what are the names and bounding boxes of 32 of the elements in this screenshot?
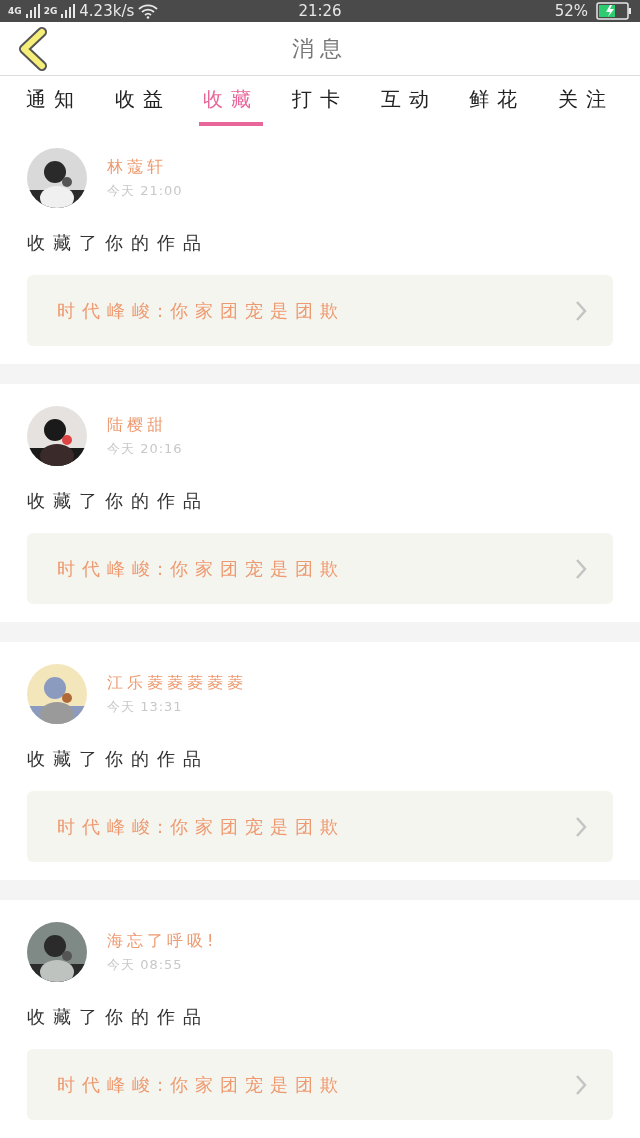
action-text: 收藏了你的作品 xyxy=(27,1005,210,1029)
action-text: 收藏了你的作品 xyxy=(27,747,210,771)
action-text: 收藏了你的作品 xyxy=(27,231,210,255)
battery-percent: 52% xyxy=(554,2,588,21)
signal-icon xyxy=(25,4,40,19)
tab[interactable]: 关注 xyxy=(553,76,618,126)
clock: 21:26 xyxy=(298,2,342,21)
work-link[interactable]: 时代峰峻:你家团宠是团欺 xyxy=(27,1049,613,1120)
chevron-icon xyxy=(575,1073,587,1096)
work-link[interactable]: 时代峰峻:你家团宠是团欺 xyxy=(27,275,613,346)
wifi-icon xyxy=(138,3,159,20)
work-link[interactable]: 时代峰峻:你家团宠是团欺 xyxy=(27,533,613,604)
network-speed: 4.23k/s xyxy=(79,2,135,21)
user-name[interactable]: 海忘了呼吸! xyxy=(107,930,218,952)
chevron-icon xyxy=(575,815,587,838)
tab[interactable]: 打卡 xyxy=(287,76,352,126)
network-label: 4G xyxy=(8,6,22,17)
user-name[interactable]: 陆樱甜 xyxy=(107,414,183,436)
page-title: 消息 xyxy=(292,34,348,63)
tab[interactable]: 互动 xyxy=(376,76,441,126)
action-text: 收藏了你的作品 xyxy=(27,489,210,513)
tab[interactable]: 鲜花 xyxy=(465,76,530,126)
battery-icon xyxy=(596,2,632,21)
chevron-icon xyxy=(575,299,587,322)
tab[interactable]: 通知 xyxy=(22,76,87,126)
chevron-icon xyxy=(575,557,587,580)
tab[interactable]: 收益 xyxy=(110,76,175,126)
network-label: 2G xyxy=(43,6,58,17)
user-name[interactable]: 林蔻轩 xyxy=(107,156,183,178)
signal-icon xyxy=(61,4,76,19)
work-link[interactable]: 时代峰峻:你家团宠是团欺 xyxy=(27,791,613,862)
user-name[interactable]: 江乐菱菱菱菱菱 xyxy=(107,672,247,694)
